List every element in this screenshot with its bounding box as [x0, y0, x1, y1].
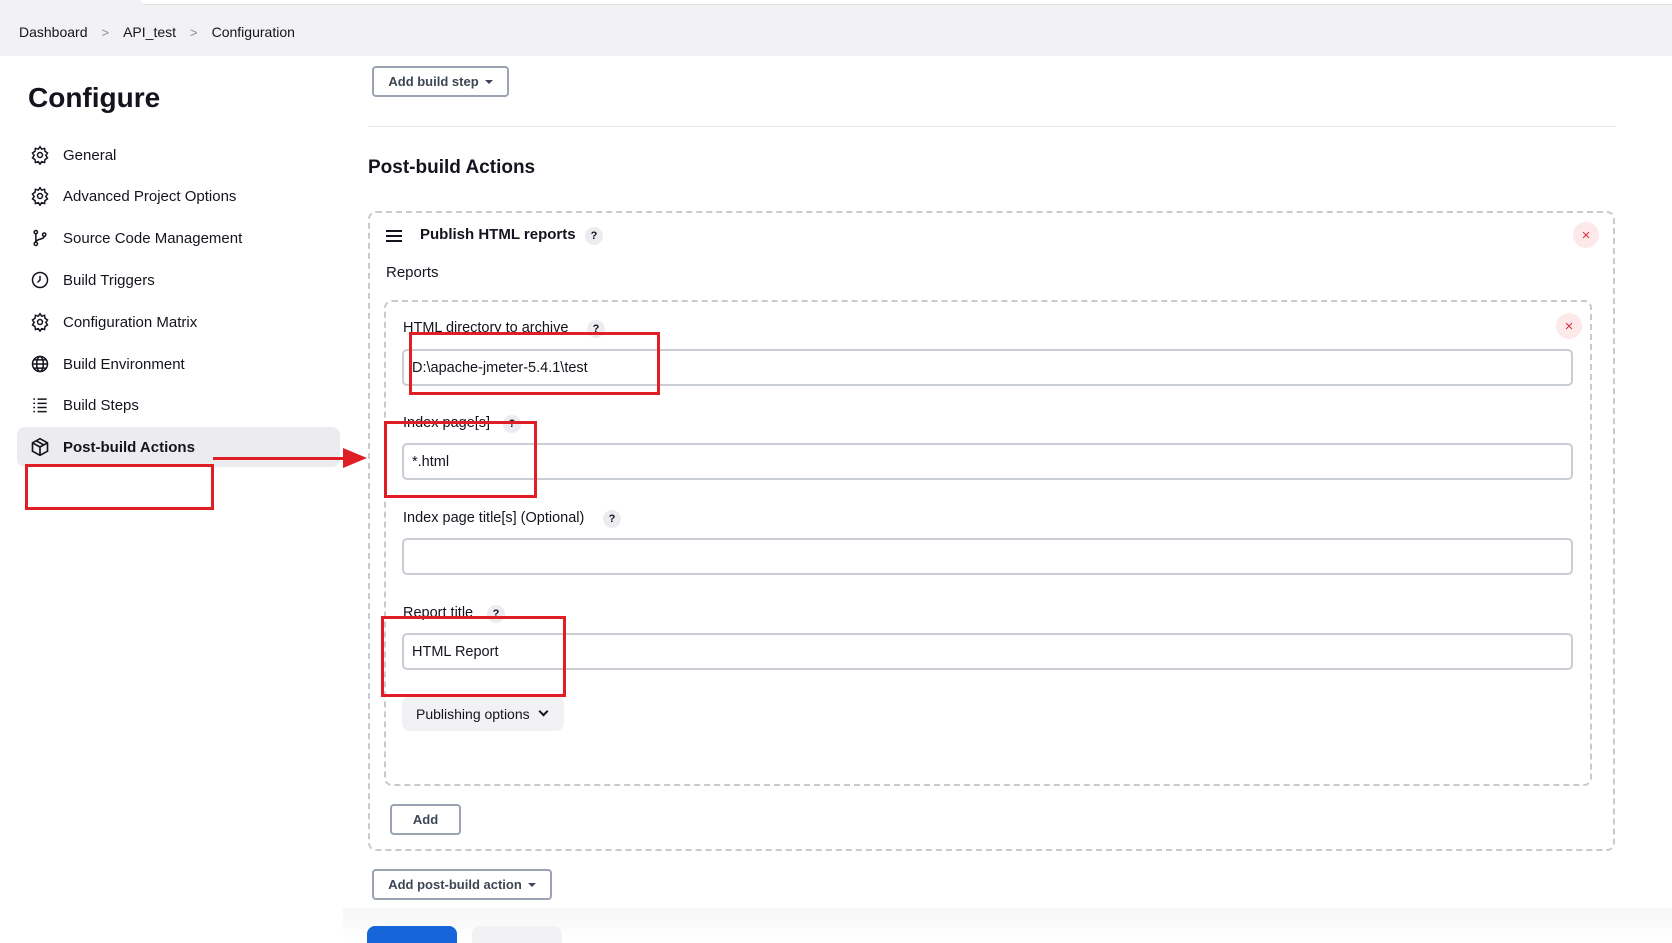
section-title: Post-build Actions	[368, 157, 536, 178]
sidebar-item-label: Source Code Management	[63, 229, 243, 247]
breadcrumb-job[interactable]: API_test	[123, 24, 176, 40]
chevron-right-icon: >	[190, 24, 198, 40]
sidebar-item-label: Configuration Matrix	[63, 313, 198, 331]
publishing-options-button[interactable]: Publishing options	[402, 696, 564, 731]
close-icon[interactable]: ×	[1573, 222, 1599, 248]
annotation-box-html-dir	[409, 332, 660, 395]
add-build-step-button[interactable]: Add build step	[372, 66, 509, 97]
close-icon[interactable]: ×	[1556, 313, 1582, 339]
list-icon	[29, 394, 51, 416]
chevron-right-icon: >	[101, 24, 110, 40]
sidebar-item-label: Build Environment	[63, 355, 185, 373]
breadcrumb-dashboard[interactable]: Dashboard	[19, 24, 88, 40]
sidebar-item-label: Build Triggers	[63, 271, 155, 289]
sidebar-item-general[interactable]: General	[17, 135, 340, 175]
clock-icon	[29, 269, 51, 291]
index-titles-input[interactable]	[402, 538, 1573, 575]
globe-icon	[29, 353, 51, 375]
page-title: Configure	[28, 82, 161, 113]
save-button[interactable]	[367, 926, 457, 943]
caret-down-icon	[527, 882, 536, 887]
sidebar-item-label: Post-build Actions	[63, 438, 195, 456]
breadcrumb: Dashboard > API_test > Configuration	[0, 8, 1672, 56]
annotation-box-report-title	[381, 616, 566, 697]
sidebar-item-advanced-project-options[interactable]: Advanced Project Options	[17, 176, 340, 216]
add-build-step-label: Add build step	[388, 74, 479, 89]
publisher-title: Publish HTML reports	[420, 226, 576, 243]
top-strip	[0, 0, 1672, 8]
caret-down-icon	[484, 79, 493, 84]
sidebar-item-label: Build Steps	[63, 396, 139, 414]
annotation-arrow-head	[343, 448, 367, 468]
sidebar-item-build-triggers[interactable]: Build Triggers	[17, 260, 340, 300]
drag-handle-icon[interactable]	[386, 230, 402, 242]
gear-icon	[29, 311, 51, 333]
chevron-down-icon	[538, 706, 549, 717]
index-titles-label: Index page title[s] (Optional)	[403, 510, 585, 526]
reports-label: Reports	[386, 264, 439, 281]
top-strip-edge	[140, 0, 1672, 5]
sidebar-item-configuration-matrix[interactable]: Configuration Matrix	[17, 302, 340, 342]
add-post-build-action-label: Add post-build action	[388, 877, 522, 892]
add-post-build-action-button[interactable]: Add post-build action	[372, 869, 552, 900]
sidebar-item-build-environment[interactable]: Build Environment	[17, 344, 340, 384]
sidebar-item-source-code-management[interactable]: Source Code Management	[17, 218, 340, 258]
apply-button[interactable]	[472, 926, 562, 943]
git-branch-icon	[29, 227, 51, 249]
annotation-box-post-build	[25, 464, 214, 510]
sidebar-item-label: Advanced Project Options	[63, 187, 237, 205]
report-title-input[interactable]	[402, 633, 1573, 670]
gear-icon	[29, 185, 51, 207]
publishing-options-label: Publishing options	[416, 705, 530, 722]
help-icon[interactable]: ?	[585, 227, 603, 245]
add-label: Add	[412, 812, 439, 827]
gear-icon	[29, 144, 51, 166]
add-button[interactable]: Add	[390, 804, 461, 835]
sidebar-item-build-steps[interactable]: Build Steps	[17, 385, 340, 425]
package-icon	[29, 436, 51, 458]
annotation-arrow	[213, 457, 345, 460]
breadcrumb-configuration[interactable]: Configuration	[212, 24, 295, 40]
help-icon[interactable]: ?	[603, 510, 621, 528]
section-divider	[368, 126, 1616, 127]
sidebar-item-post-build-actions[interactable]: Post-build Actions	[17, 427, 340, 467]
annotation-box-index-pages	[384, 421, 537, 498]
sidebar-item-label: General	[63, 146, 117, 164]
index-pages-input[interactable]	[402, 443, 1573, 480]
